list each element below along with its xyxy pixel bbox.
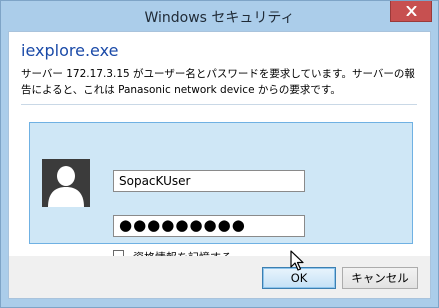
cancel-button[interactable]: キャンセル bbox=[342, 267, 418, 289]
close-icon bbox=[406, 6, 417, 16]
mouse-pointer-icon bbox=[290, 250, 304, 276]
user-avatar-icon bbox=[42, 159, 90, 207]
app-name: iexplore.exe bbox=[21, 41, 119, 60]
close-button[interactable] bbox=[390, 1, 432, 22]
button-bar: OK キャンセル bbox=[9, 256, 430, 298]
separator bbox=[21, 104, 417, 105]
dialog-body: iexplore.exe サーバー 172.17.3.15 がユーザー名とパスワ… bbox=[8, 31, 431, 299]
password-field[interactable]: ●●●●●●●●● bbox=[113, 215, 305, 237]
title-bar[interactable]: Windows セキュリティ bbox=[1, 1, 438, 31]
username-field[interactable]: SopacKUser bbox=[113, 170, 305, 192]
request-message: サーバー 172.17.3.15 がユーザー名とパスワードを要求しています。サー… bbox=[21, 68, 415, 96]
credential-panel[interactable]: SopacKUser ●●●●●●●●● 資格情報を記憶する bbox=[29, 122, 413, 264]
window-title: Windows セキュリティ bbox=[144, 10, 295, 26]
security-dialog-window: Windows セキュリティ iexplore.exe サーバー 172.17.… bbox=[0, 0, 439, 308]
